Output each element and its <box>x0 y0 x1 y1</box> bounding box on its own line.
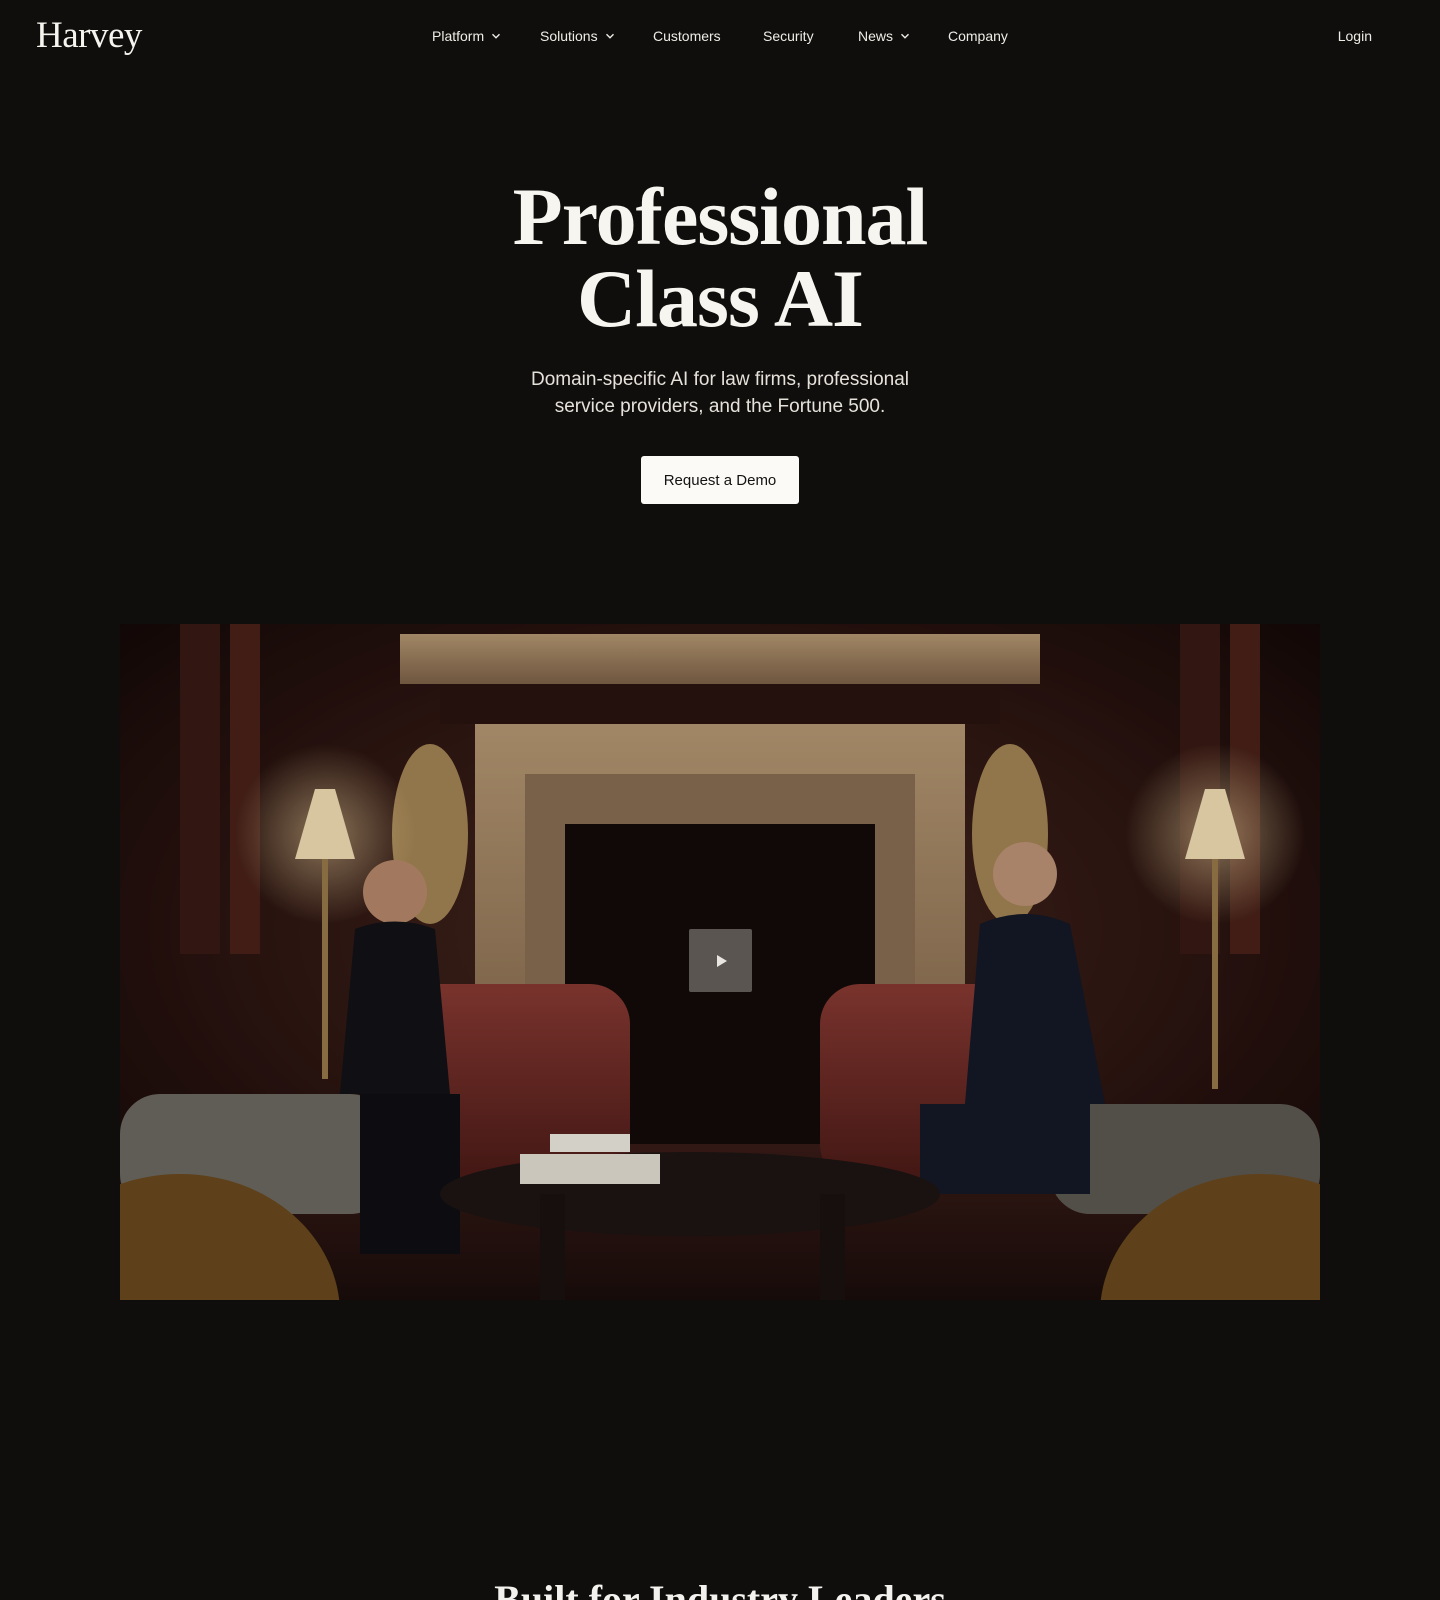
main-nav: Platform Solutions Customers Security Ne… <box>0 28 1440 48</box>
nav-item-company[interactable]: Company <box>948 28 1008 44</box>
nav-item-label: Solutions <box>540 28 598 44</box>
page: Harvey Platform Solutions Customers Secu… <box>0 0 1440 1600</box>
login-link[interactable]: Login <box>1338 28 1372 44</box>
nav-item-label: Security <box>763 28 814 44</box>
nav-item-news[interactable]: News <box>858 28 910 44</box>
hero-subtitle-line1: Domain-specific AI for law firms, profes… <box>530 369 909 390</box>
hero-title-line1: Professional <box>512 171 929 262</box>
nav-item-label: News <box>858 28 894 44</box>
hero-subtitle-line2: service providers, and the Fortune 500. <box>554 396 886 417</box>
chevron-down-icon <box>901 33 910 39</box>
play-button[interactable] <box>689 929 752 992</box>
nav-item-customers[interactable]: Customers <box>653 28 721 44</box>
request-demo-button[interactable]: Request a Demo <box>641 456 799 504</box>
nav-item-label: Platform <box>432 28 485 44</box>
nav-item-platform[interactable]: Platform <box>432 28 501 44</box>
chevron-down-icon <box>492 33 501 39</box>
nav-item-label: Customers <box>653 28 721 44</box>
hero-video[interactable] <box>120 624 1320 1300</box>
play-icon <box>716 954 727 967</box>
nav-item-label: Company <box>948 28 1008 44</box>
nav-item-security[interactable]: Security <box>763 28 814 44</box>
hero-title: Professional Class AI <box>0 176 1440 340</box>
hero-subtitle: Domain-specific AI for law firms, profes… <box>0 366 1440 420</box>
section-heading: Built for Industry Leaders <box>494 1577 946 1600</box>
chevron-down-icon <box>605 33 614 39</box>
nav-item-solutions[interactable]: Solutions <box>540 28 615 44</box>
site-header: Harvey Platform Solutions Customers Secu… <box>0 0 1440 76</box>
hero-title-line2: Class AI <box>577 253 864 344</box>
